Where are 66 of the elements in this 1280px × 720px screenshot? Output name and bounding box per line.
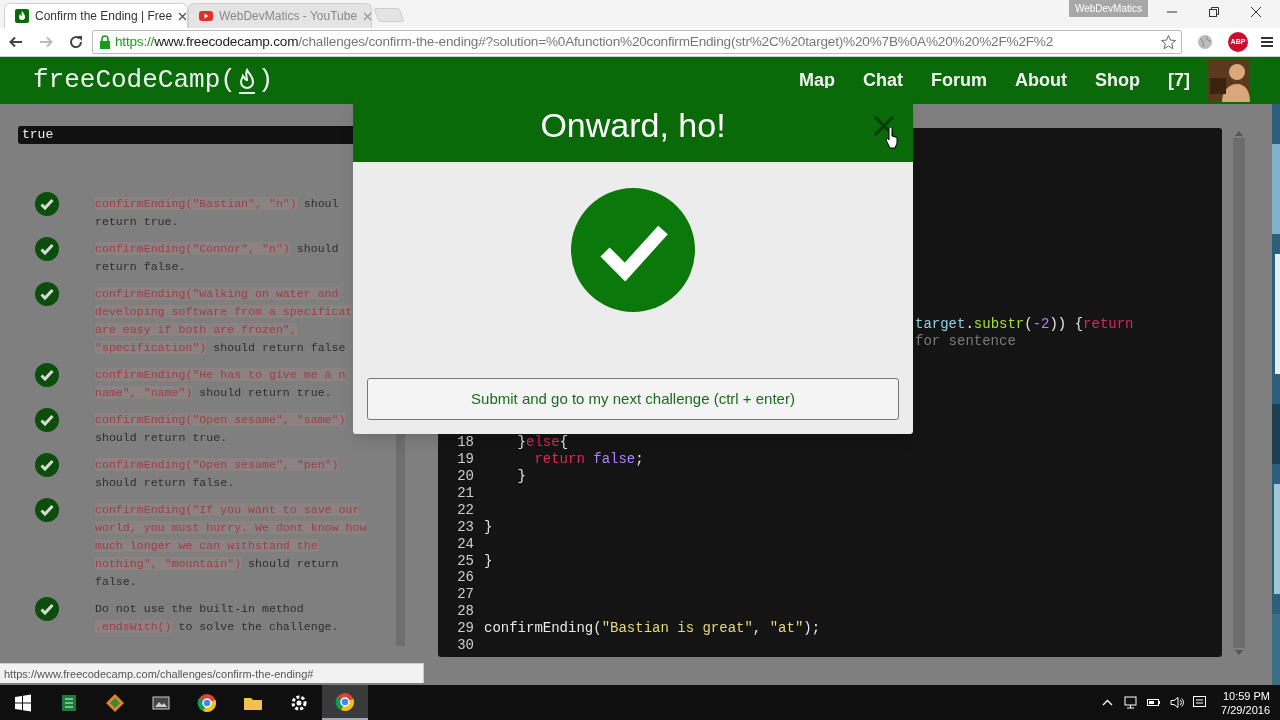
code-line: for sentence (915, 332, 1016, 349)
browser-tab[interactable]: Confirm the Ending | Free (4, 3, 188, 28)
line-number: 29 (456, 620, 474, 637)
code-line: confirmEnding("Bastian is great", "at"); (484, 620, 821, 637)
menu-icon[interactable] (1260, 35, 1274, 49)
nav-link[interactable]: Forum (931, 67, 987, 94)
hand-cursor-icon (885, 127, 899, 149)
test-description: confirmEnding("Open sesame", "same") should return true. (95, 412, 346, 446)
flame-icon (15, 9, 29, 23)
check-icon (571, 188, 695, 312)
test-description: confirmEnding("Open sesame", "pen") should return false. (95, 457, 339, 491)
tab-title: Confirm the Ending | Free (35, 8, 173, 25)
line-number: 21 (456, 484, 474, 502)
code-line: target.substr(-2)) {return (915, 316, 1134, 332)
test-description: confirmEnding("He has to give me a n name", "name") should return true. (95, 367, 346, 401)
close-icon[interactable] (1248, 4, 1264, 20)
code-line: } (484, 552, 493, 570)
nav-link[interactable]: About (1015, 67, 1067, 94)
windows-icon[interactable] (13, 692, 33, 713)
play-icon (199, 9, 213, 23)
line-number: 18 (456, 434, 474, 452)
line-number: 25 (456, 552, 474, 570)
nav-link[interactable]: Shop (1095, 67, 1140, 94)
test-description: confirmEnding("Walking on water and developing software from a specificat are easy if both are frozen", "specification") should return false (95, 286, 353, 356)
notification-icon[interactable] (1192, 695, 1208, 710)
close-icon[interactable] (178, 11, 188, 21)
lock-icon (99, 35, 111, 49)
line-number: 22 (456, 501, 474, 519)
volume-icon[interactable] (1169, 695, 1185, 710)
close-icon[interactable] (873, 115, 895, 137)
dialog-title: Onward, ho! (540, 104, 726, 146)
network-icon[interactable] (1123, 695, 1139, 710)
reload-icon[interactable] (68, 34, 84, 50)
spreadsheet-icon[interactable] (59, 692, 79, 713)
chrome-icon[interactable] (197, 692, 217, 713)
points-count[interactable]: [7] (1168, 67, 1190, 94)
url-text: https://www.freecodecamp.com/challenges/confirm-the-ending#?solution=%0Afunction%20confirmEnding(str%2C%20target)%20%7B%0A%20%20%2F%2F%2 (115, 32, 1055, 51)
test-description: confirmEnding("Bastian", "n") shoul return true. (95, 196, 339, 230)
avatar[interactable] (1208, 59, 1250, 102)
code-line: }else{ (516, 434, 569, 452)
code-line: } (484, 518, 493, 536)
globe-icon[interactable] (1196, 33, 1214, 51)
logo-text[interactable]: ) (257, 61, 274, 100)
tab-title: WebDevMatics - YouTube (219, 8, 358, 25)
test-description: Do not use the built-in method .endsWith() to solve the challenge. (95, 601, 339, 635)
restore-icon[interactable] (1206, 4, 1222, 20)
line-number: 26 (456, 569, 474, 587)
logo-text[interactable]: freeCodeCamp( (33, 61, 236, 100)
line-number: 24 (456, 535, 474, 553)
line-number: 19 (456, 451, 474, 469)
clock-time[interactable]: 10:59 PM (1222, 688, 1270, 703)
line-number: 20 (456, 468, 474, 485)
code-line: return false; (533, 451, 644, 469)
chrome-icon[interactable] (335, 691, 355, 712)
line-number: 30 (456, 636, 474, 654)
submit-button[interactable]: Submit and go to my next challenge (ctrl + enter) (367, 378, 899, 420)
line-number: 27 (456, 586, 474, 604)
line-number: 23 (456, 518, 474, 536)
line-number: 28 (456, 603, 474, 621)
address-bar[interactable]: https://www.freecodecamp.com/challenges/confirm-the-ending#?solution=%0Afunction%20confirmEnding(str%2C%20target)%20%7B%0A%20%20%2F%2F%2 (92, 30, 1182, 54)
test-description: confirmEnding("Connor", "n") should return false. (95, 241, 339, 275)
code-line: } (516, 468, 526, 485)
star-icon[interactable] (1160, 33, 1177, 51)
back-icon[interactable] (8, 34, 24, 50)
diamond-icon[interactable] (105, 692, 125, 713)
clock-date[interactable]: 7/29/2016 (1221, 702, 1270, 717)
